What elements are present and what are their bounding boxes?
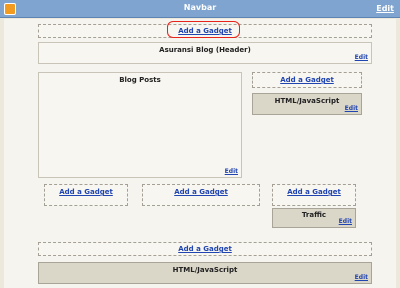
header-widget-title: Asuransi Blog (Header) (159, 46, 251, 54)
navbar-title: Navbar (183, 3, 217, 12)
footer-html-widget: HTML/JavaScript Edit (38, 262, 372, 284)
navbar-edit-link[interactable]: Edit (376, 4, 394, 13)
footer-add-gadget-slot-2: Add a Gadget (142, 184, 260, 206)
sidebar-html-widget: HTML/JavaScript Edit (252, 93, 362, 115)
blog-posts-edit-link[interactable]: Edit (225, 168, 238, 175)
sidebar-add-gadget-slot: Add a Gadget (252, 72, 362, 88)
sidebar-widget-edit-link[interactable]: Edit (345, 105, 358, 112)
footer-add-gadget-slot: Add a Gadget (38, 242, 372, 256)
header-edit-link[interactable]: Edit (355, 54, 368, 61)
footer-add-gadget-slot-3: Add a Gadget (272, 184, 356, 206)
blog-posts-title: Blog Posts (119, 76, 161, 84)
sidebar-widget-title: HTML/JavaScript (274, 97, 340, 105)
highlight-circle (167, 21, 240, 38)
footer-add-gadget-link-3[interactable]: Add a Gadget (273, 188, 355, 196)
footer-add-gadget-link-1[interactable]: Add a Gadget (45, 188, 127, 196)
footer-widget-edit-link[interactable]: Edit (355, 274, 368, 281)
blog-posts-widget: Blog Posts Edit (38, 72, 242, 178)
footer-add-gadget-link[interactable]: Add a Gadget (39, 245, 371, 253)
footer-add-gadget-link-2[interactable]: Add a Gadget (143, 188, 259, 196)
footer-add-gadget-slot-1: Add a Gadget (44, 184, 128, 206)
header-widget: Asuransi Blog (Header) Edit (38, 42, 372, 64)
footer-widget-title: HTML/JavaScript (172, 266, 238, 274)
sidebar-add-gadget-link[interactable]: Add a Gadget (253, 76, 361, 84)
traffic-widget: Traffic Edit (272, 208, 356, 228)
traffic-edit-link[interactable]: Edit (339, 218, 352, 225)
